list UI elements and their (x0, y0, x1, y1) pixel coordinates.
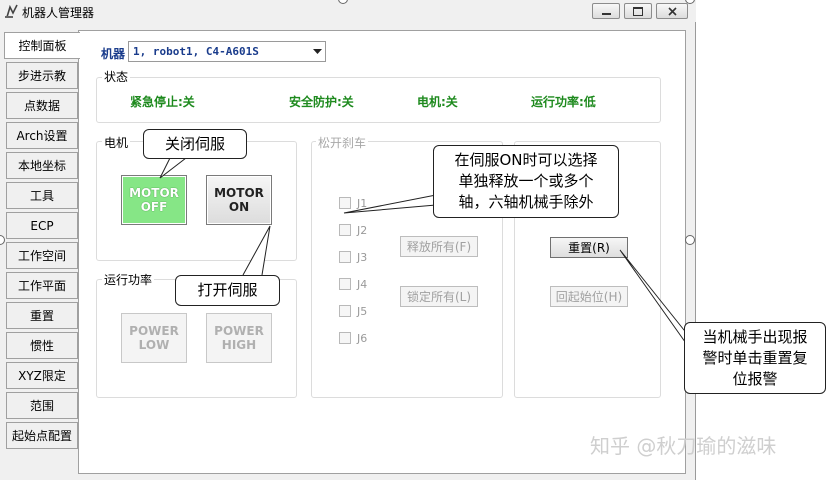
reset-note-line3: 位报警 (732, 369, 778, 388)
open-servo-pointer (242, 225, 271, 276)
tab-control-panel[interactable]: 控制面板 (4, 32, 80, 59)
reset-note-line2: 警时单击重置复 (702, 348, 808, 367)
close-servo-callout: 关闭伺服 (143, 129, 247, 159)
close-servo-pointer (159, 157, 187, 179)
reset-note-line1: 当机械手出现报 (702, 327, 808, 346)
brake-note-pointer (343, 194, 437, 214)
watermark: 知乎 @秋刀瑜的滋味 (590, 434, 777, 458)
brake-note-line3: 轴，六轴机械手除外 (458, 193, 594, 211)
open-servo-callout: 打开伺服 (175, 275, 280, 306)
brake-note-callout: 在伺服ON时可以选择 单独释放一个或多个 轴，六轴机械手除外 (433, 145, 619, 218)
reset-note-callout: 当机械手出现报 警时单击重置复 位报警 (684, 322, 826, 394)
callout-pointers (159, 157, 701, 364)
brake-note-line2: 单独释放一个或多个 (458, 172, 594, 190)
brake-note-line1: 在伺服ON时可以选择 (454, 151, 598, 169)
